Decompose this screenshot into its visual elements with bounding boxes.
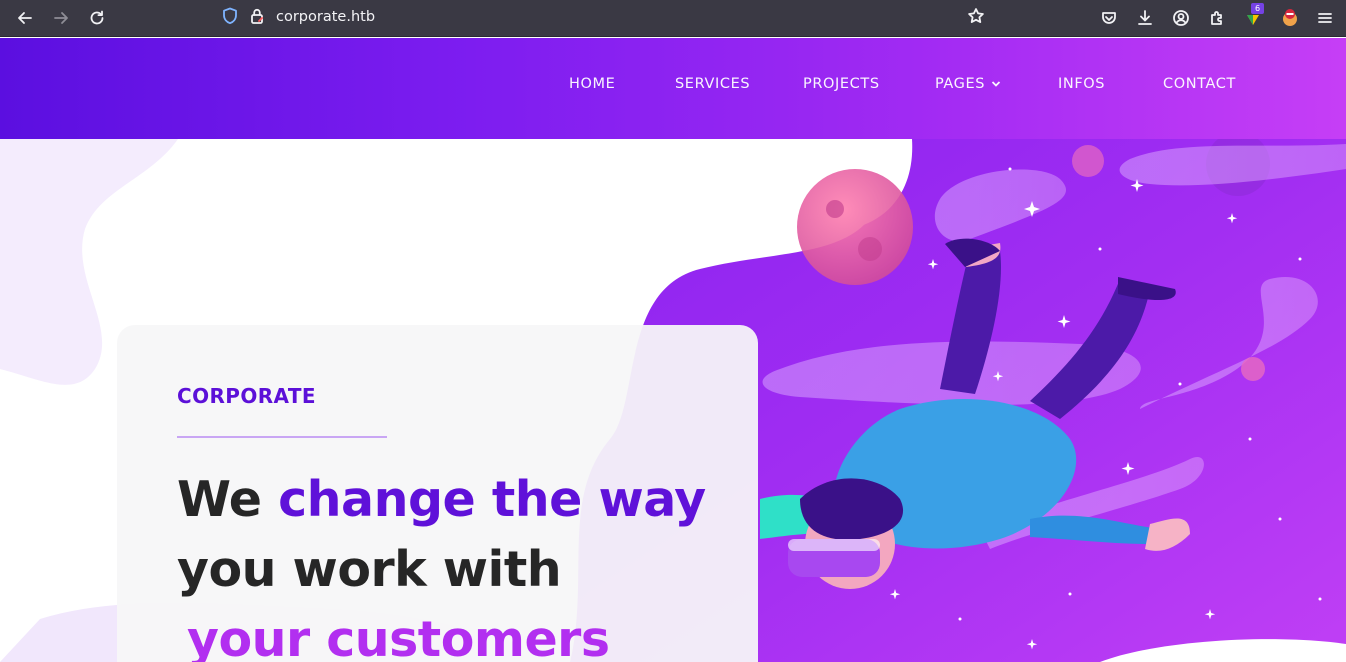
nav-pages-label: PAGES <box>935 76 986 92</box>
download-icon[interactable] <box>1132 6 1158 30</box>
headline-line2: you work with <box>177 541 562 598</box>
hero-headline: We change the way you work with your cus… <box>177 465 706 662</box>
pocket-icon[interactable] <box>1096 6 1122 30</box>
hero-tag: CORPORATE <box>177 384 316 408</box>
nav-services[interactable]: SERVICES <box>675 76 750 92</box>
nav-projects[interactable]: PROJECTS <box>803 76 880 92</box>
shield-icon[interactable] <box>217 4 243 28</box>
lock-icon[interactable] <box>244 4 270 28</box>
nav-home[interactable]: HOME <box>569 76 615 92</box>
nav-contact[interactable]: CONTACT <box>1163 76 1236 92</box>
addon-icon[interactable] <box>1277 6 1303 30</box>
site-navbar: HOME SERVICES PROJECTS PAGES INFOS CONTA… <box>0 38 1346 139</box>
headline-highlight: change the way <box>278 471 706 528</box>
nav-pages[interactable]: PAGES <box>935 76 1001 92</box>
reload-icon[interactable] <box>84 6 110 30</box>
url-bar[interactable]: corporate.htb <box>214 5 1004 31</box>
hero-card: CORPORATE We change the way you work wit… <box>117 325 758 662</box>
forward-icon[interactable] <box>48 6 74 30</box>
tag-divider <box>177 436 387 438</box>
back-icon[interactable] <box>12 6 38 30</box>
star-icon[interactable] <box>963 4 989 28</box>
web-page: HOME SERVICES PROJECTS PAGES INFOS CONTA… <box>0 38 1346 662</box>
headline-line3: your customers <box>187 611 610 662</box>
extension-badge: 6 <box>1251 3 1264 14</box>
browser-toolbar: corporate.htb 6 <box>0 0 1346 37</box>
account-icon[interactable] <box>1168 6 1194 30</box>
chevron-down-icon <box>991 76 1001 92</box>
extensions-icon[interactable] <box>1204 6 1230 30</box>
nav-infos[interactable]: INFOS <box>1058 76 1105 92</box>
headline-part1: We <box>177 471 279 528</box>
url-text[interactable]: corporate.htb <box>276 9 375 25</box>
menu-icon[interactable] <box>1312 6 1338 30</box>
